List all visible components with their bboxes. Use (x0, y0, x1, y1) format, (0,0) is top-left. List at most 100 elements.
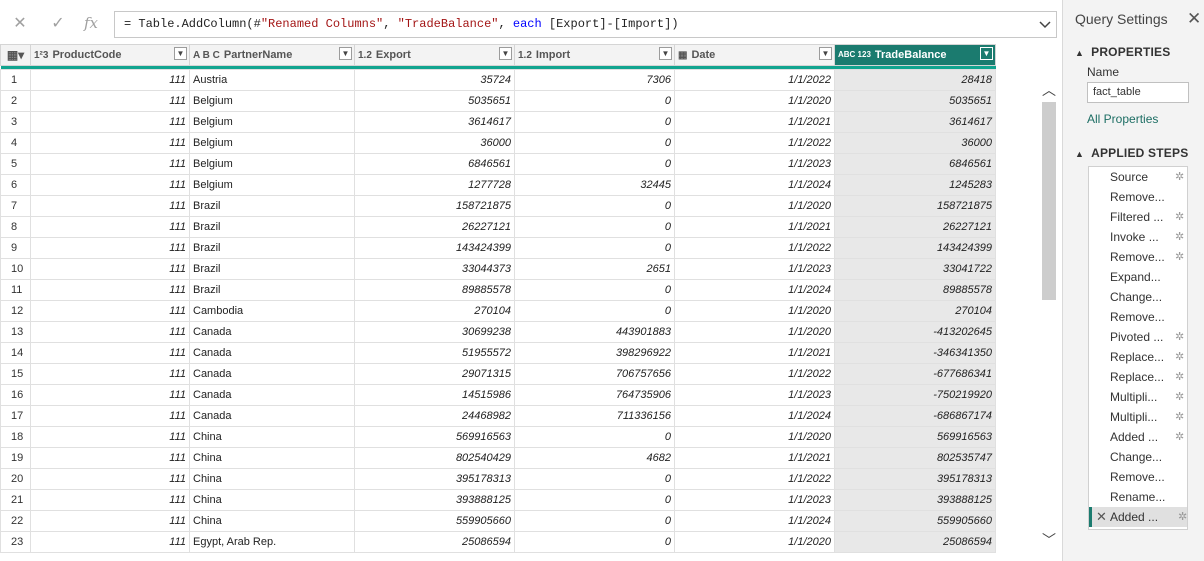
cell-productcode[interactable]: 111 (30, 111, 190, 133)
cell-tradebalance[interactable]: 393888125 (834, 489, 996, 511)
chevron-down-icon[interactable] (1038, 17, 1052, 31)
cell-date[interactable]: 1/1/2020 (674, 90, 835, 112)
applied-step[interactable]: Multipli... ✲ (1089, 387, 1187, 407)
cell-productcode[interactable]: 111 (30, 237, 190, 259)
cell-productcode[interactable]: 111 (30, 510, 190, 532)
row-number[interactable]: 20 (0, 468, 31, 490)
cell-partnername[interactable]: Canada (189, 363, 355, 385)
cell-date[interactable]: 1/1/2024 (674, 174, 835, 196)
cell-import[interactable]: 0 (514, 468, 675, 490)
cell-import[interactable]: 0 (514, 279, 675, 301)
cell-productcode[interactable]: 111 (30, 195, 190, 217)
cell-partnername[interactable]: China (189, 489, 355, 511)
gear-icon[interactable]: ✲ (1175, 367, 1184, 387)
cell-date[interactable]: 1/1/2020 (674, 426, 835, 448)
applied-step[interactable]: Remove... (1089, 187, 1187, 207)
cell-import[interactable]: 0 (514, 489, 675, 511)
cell-productcode[interactable]: 111 (30, 342, 190, 364)
cell-tradebalance[interactable]: 36000 (834, 132, 996, 154)
row-number[interactable]: 21 (0, 489, 31, 511)
table-row[interactable]: 6 111 Belgium 1277728 32445 1/1/2024 1245283 (0, 174, 996, 196)
table-row[interactable]: 22 111 China 559905660 0 1/1/2024 559905660 (0, 510, 996, 532)
applied-step[interactable]: ✕ Added ... ✲ (1089, 507, 1187, 527)
cell-date[interactable]: 1/1/2020 (674, 321, 835, 343)
cell-partnername[interactable]: Belgium (189, 90, 355, 112)
cell-export[interactable]: 5035651 (354, 90, 515, 112)
cell-import[interactable]: 0 (514, 111, 675, 133)
table-row[interactable]: 7 111 Brazil 158721875 0 1/1/2020 158721875 (0, 195, 996, 217)
applied-step[interactable]: Remove... (1089, 307, 1187, 327)
scroll-up-icon[interactable]: ︿ (1042, 80, 1056, 100)
cell-import[interactable]: 7306 (514, 69, 675, 91)
cell-productcode[interactable]: 111 (30, 405, 190, 427)
cell-tradebalance[interactable]: 5035651 (834, 90, 996, 112)
cell-productcode[interactable]: 111 (30, 300, 190, 322)
cell-productcode[interactable]: 111 (30, 279, 190, 301)
gear-icon[interactable]: ✲ (1175, 327, 1184, 347)
cell-tradebalance[interactable]: 28418 (834, 69, 996, 91)
applied-step[interactable]: Filtered ... ✲ (1089, 207, 1187, 227)
cell-export[interactable]: 802540429 (354, 447, 515, 469)
cell-import[interactable]: 706757656 (514, 363, 675, 385)
cell-date[interactable]: 1/1/2021 (674, 342, 835, 364)
cell-partnername[interactable]: Austria (189, 69, 355, 91)
cell-partnername[interactable]: Canada (189, 321, 355, 343)
cell-date[interactable]: 1/1/2024 (674, 279, 835, 301)
table-row[interactable]: 12 111 Cambodia 270104 0 1/1/2020 270104 (0, 300, 996, 322)
gear-icon[interactable]: ✲ (1175, 427, 1184, 447)
table-row[interactable]: 20 111 China 395178313 0 1/1/2022 395178313 (0, 468, 996, 490)
close-icon[interactable]: ✕ (1187, 9, 1201, 29)
row-number[interactable]: 18 (0, 426, 31, 448)
row-number[interactable]: 17 (0, 405, 31, 427)
applied-step[interactable]: Expand... (1089, 267, 1187, 287)
cell-tradebalance[interactable]: 559905660 (834, 510, 996, 532)
cell-export[interactable]: 51955572 (354, 342, 515, 364)
cell-productcode[interactable]: 111 (30, 258, 190, 280)
column-header-partnername[interactable]: A B C PartnerName ▼ (189, 44, 355, 66)
row-number[interactable]: 15 (0, 363, 31, 385)
cell-tradebalance[interactable]: 270104 (834, 300, 996, 322)
cell-partnername[interactable]: Brazil (189, 258, 355, 280)
cell-tradebalance[interactable]: 89885578 (834, 279, 996, 301)
cell-tradebalance[interactable]: 33041722 (834, 258, 996, 280)
cell-partnername[interactable]: Brazil (189, 279, 355, 301)
cell-export[interactable]: 143424399 (354, 237, 515, 259)
applied-step[interactable]: Source ✲ (1089, 167, 1187, 187)
cell-partnername[interactable]: Canada (189, 384, 355, 406)
cell-date[interactable]: 1/1/2023 (674, 489, 835, 511)
applied-step[interactable]: Added ... ✲ (1089, 427, 1187, 447)
applied-step[interactable]: Rename... (1089, 487, 1187, 507)
row-number[interactable]: 14 (0, 342, 31, 364)
row-number[interactable]: 3 (0, 111, 31, 133)
table-row[interactable]: 23 111 Egypt, Arab Rep. 25086594 0 1/1/2020 25… (0, 531, 996, 553)
applied-step[interactable]: Remove... ✲ (1089, 247, 1187, 267)
row-number[interactable]: 7 (0, 195, 31, 217)
cell-date[interactable]: 1/1/2022 (674, 468, 835, 490)
row-number[interactable]: 8 (0, 216, 31, 238)
properties-header[interactable]: ▲ PROPERTIES (1075, 45, 1170, 59)
table-row[interactable]: 19 111 China 802540429 4682 1/1/2021 802535747 (0, 447, 996, 469)
cell-partnername[interactable]: Brazil (189, 195, 355, 217)
cell-import[interactable]: 0 (514, 426, 675, 448)
gear-icon[interactable]: ✲ (1175, 167, 1184, 187)
cell-import[interactable]: 4682 (514, 447, 675, 469)
cell-import[interactable]: 0 (514, 153, 675, 175)
cell-import[interactable]: 0 (514, 510, 675, 532)
vertical-scrollbar[interactable]: ︿ ﹀ (1040, 80, 1058, 550)
row-number[interactable]: 4 (0, 132, 31, 154)
cell-date[interactable]: 1/1/2023 (674, 153, 835, 175)
cell-partnername[interactable]: Canada (189, 342, 355, 364)
applied-step[interactable]: Change... (1089, 287, 1187, 307)
cell-date[interactable]: 1/1/2020 (674, 195, 835, 217)
filter-dropdown-icon[interactable]: ▼ (980, 47, 993, 60)
table-row[interactable]: 10 111 Brazil 33044373 2651 1/1/2023 33041722 (0, 258, 996, 280)
cell-productcode[interactable]: 111 (30, 69, 190, 91)
filter-dropdown-icon[interactable]: ▼ (499, 47, 512, 60)
gear-icon[interactable]: ✲ (1175, 207, 1184, 227)
cell-import[interactable]: 0 (514, 216, 675, 238)
cell-date[interactable]: 1/1/2022 (674, 363, 835, 385)
cell-export[interactable]: 89885578 (354, 279, 515, 301)
column-header-productcode[interactable]: 1²3 ProductCode ▼ (30, 44, 190, 66)
row-number[interactable]: 9 (0, 237, 31, 259)
cell-productcode[interactable]: 111 (30, 426, 190, 448)
